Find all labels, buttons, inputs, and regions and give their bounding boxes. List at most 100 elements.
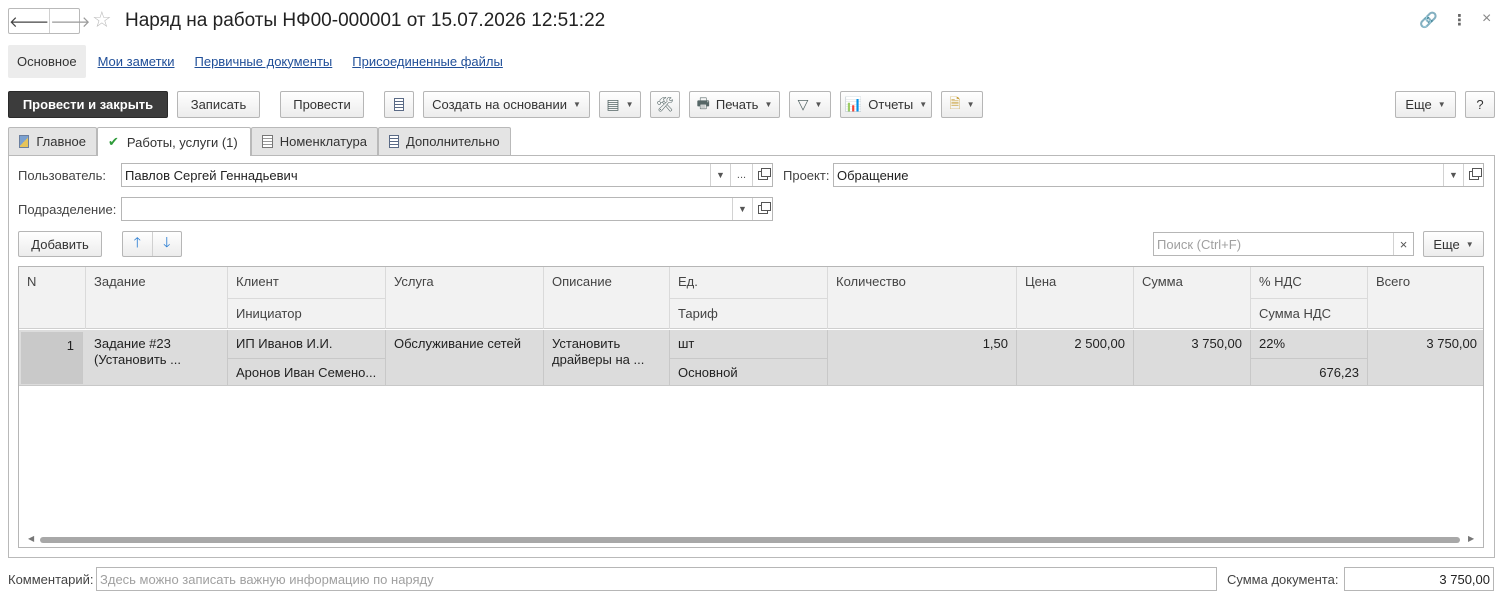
- col-header-unit[interactable]: Ед.: [670, 267, 828, 298]
- document-gear-icon: 🗎: [949, 94, 961, 111]
- caret-down-icon: ▼: [814, 100, 823, 109]
- search-input[interactable]: Поиск (Ctrl+F): [1154, 237, 1393, 252]
- section-main[interactable]: Основное: [8, 44, 86, 78]
- cell-tariff[interactable]: Основной: [670, 358, 828, 386]
- project-label: Проект:: [783, 168, 830, 183]
- horizontal-scrollbar[interactable]: ◀ ▶: [18, 533, 1474, 545]
- link-icon[interactable]: 🔗: [1419, 11, 1438, 29]
- cell-service[interactable]: Обслуживание сетей: [386, 330, 544, 386]
- history-nav: 🡐 🡒: [8, 8, 90, 34]
- col-header-description[interactable]: Описание: [544, 267, 670, 329]
- caret-down-icon: ▼: [919, 100, 928, 109]
- favorite-star-icon[interactable]: ☆: [92, 8, 112, 32]
- comment-input[interactable]: Здесь можно записать важную информацию п…: [97, 572, 1216, 587]
- tools-icon: 🛠: [656, 96, 674, 112]
- col-header-initiator[interactable]: Инициатор: [228, 298, 386, 329]
- post-button[interactable]: Провести: [280, 91, 364, 118]
- table-search-field[interactable]: Поиск (Ctrl+F) ×: [1153, 232, 1414, 256]
- post-and-close-button[interactable]: Провести и закрыть: [8, 91, 168, 118]
- cell-initiator[interactable]: Аронов Иван Семено...: [228, 358, 386, 386]
- add-row-button[interactable]: Добавить: [18, 231, 102, 257]
- cell-n[interactable]: 1: [21, 332, 83, 384]
- dropdown-arrow-icon[interactable]: ▼: [1443, 164, 1463, 186]
- col-header-service[interactable]: Услуга: [386, 267, 544, 329]
- open-record-icon[interactable]: [752, 198, 772, 220]
- comment-field[interactable]: Здесь можно записать важную информацию п…: [96, 567, 1217, 591]
- dropdown-arrow-icon[interactable]: ▼: [732, 198, 752, 220]
- cell-unit[interactable]: шт: [670, 330, 828, 358]
- cell-sum[interactable]: 3 750,00: [1134, 330, 1251, 386]
- section-attached-files-link[interactable]: Присоединенные файлы: [352, 54, 503, 69]
- project-value: Обращение: [837, 167, 909, 183]
- caret-down-icon: ▼: [572, 100, 581, 109]
- help-button[interactable]: ?: [1465, 91, 1495, 118]
- cell-quantity[interactable]: 1,50: [828, 330, 1017, 386]
- back-arrow-icon[interactable]: 🡐: [9, 9, 49, 33]
- project-field[interactable]: Обращение ▼: [833, 163, 1484, 187]
- cell-description[interactable]: Установить драйверы на ...: [544, 330, 670, 386]
- col-header-sum[interactable]: Сумма: [1134, 267, 1251, 329]
- caret-down-icon: ▼: [1437, 100, 1446, 109]
- tab-works[interactable]: ✔ Работы, услуги (1): [97, 127, 251, 156]
- document-sum-label: Сумма документа:: [1227, 572, 1339, 587]
- open-record-icon[interactable]: [752, 164, 772, 186]
- tab-additional[interactable]: Дополнительно: [378, 127, 511, 155]
- clear-search-icon[interactable]: ×: [1393, 233, 1413, 255]
- col-header-quantity[interactable]: Количество: [828, 267, 1017, 329]
- col-header-tariff[interactable]: Тариф: [670, 298, 828, 329]
- division-label: Подразделение:: [18, 202, 117, 217]
- attachments-button[interactable]: 🗎 ▼: [941, 91, 983, 118]
- move-buttons: 🡑 🡓: [122, 231, 182, 257]
- schedule-button[interactable]: ▤ ▼: [599, 91, 641, 118]
- forward-arrow-icon[interactable]: 🡒: [49, 9, 90, 33]
- document-sum-field: 3 750,00: [1344, 567, 1494, 591]
- report-chart-icon: 📊: [844, 96, 863, 112]
- select-ellipsis-button[interactable]: ...: [730, 164, 752, 186]
- cell-vat-rate[interactable]: 22%: [1251, 330, 1368, 358]
- user-label: Пользователь:: [18, 168, 106, 183]
- document-list-button[interactable]: [384, 91, 414, 118]
- create-based-on-button[interactable]: Создать на основании ▼: [423, 91, 590, 118]
- cell-total[interactable]: 3 750,00: [1368, 330, 1483, 386]
- cell-task[interactable]: Задание #23 (Установить ...: [86, 330, 228, 386]
- move-up-arrow-icon[interactable]: 🡑: [123, 232, 152, 256]
- dropdown-arrow-icon[interactable]: ▼: [710, 164, 730, 186]
- move-down-arrow-icon[interactable]: 🡓: [151, 232, 182, 256]
- list-icon: [394, 98, 404, 111]
- tab-main[interactable]: Главное: [8, 127, 97, 155]
- col-header-price[interactable]: Цена: [1017, 267, 1134, 329]
- division-field[interactable]: ▼: [121, 197, 773, 221]
- more-button[interactable]: Еще ▼: [1395, 91, 1456, 118]
- cell-client[interactable]: ИП Иванов И.И.: [228, 330, 386, 358]
- scrollbar-thumb[interactable]: [40, 537, 1460, 543]
- col-header-task[interactable]: Задание: [86, 267, 228, 329]
- col-header-vat-rate[interactable]: % НДС: [1251, 267, 1368, 298]
- col-header-vat-sum[interactable]: Сумма НДС: [1251, 298, 1368, 329]
- col-header-client[interactable]: Клиент: [228, 267, 386, 298]
- tab-nomenclature[interactable]: Номенклатура: [251, 127, 378, 155]
- cell-price[interactable]: 2 500,00: [1017, 330, 1134, 386]
- table-more-button[interactable]: Еще ▼: [1423, 231, 1484, 257]
- cell-vat-sum[interactable]: 676,23: [1251, 358, 1368, 386]
- col-header-total[interactable]: Всего: [1368, 267, 1483, 329]
- page-title: Наряд на работы НФ00-000001 от 15.07.202…: [125, 10, 606, 31]
- scroll-left-arrow-icon[interactable]: ◀: [28, 534, 34, 543]
- section-notes-link[interactable]: Мои заметки: [98, 54, 175, 69]
- print-button[interactable]: 🖶 Печать ▼: [689, 91, 780, 118]
- settings-button[interactable]: 🛠: [650, 91, 680, 118]
- document-sum-value: 3 750,00: [1439, 571, 1490, 587]
- works-table: N Задание Клиент Инициатор Услуга Описан…: [18, 266, 1484, 548]
- funnel-icon: ▽: [797, 96, 809, 112]
- col-header-n[interactable]: N: [19, 267, 86, 329]
- save-button[interactable]: Записать: [177, 91, 260, 118]
- close-icon[interactable]: ×: [1482, 10, 1491, 28]
- user-field[interactable]: Павлов Сергей Геннадьевич ▼ ...: [121, 163, 773, 187]
- filter-button[interactable]: ▽ ▼: [789, 91, 831, 118]
- comment-label: Комментарий:: [8, 572, 94, 587]
- more-vertical-icon[interactable]: ⋮: [1452, 11, 1467, 29]
- reports-button[interactable]: 📊 Отчеты ▼: [840, 91, 932, 118]
- scroll-right-arrow-icon[interactable]: ▶: [1468, 534, 1474, 543]
- open-record-icon[interactable]: [1463, 164, 1483, 186]
- section-primary-docs-link[interactable]: Первичные документы: [195, 54, 333, 69]
- user-value: Павлов Сергей Геннадьевич: [125, 167, 298, 183]
